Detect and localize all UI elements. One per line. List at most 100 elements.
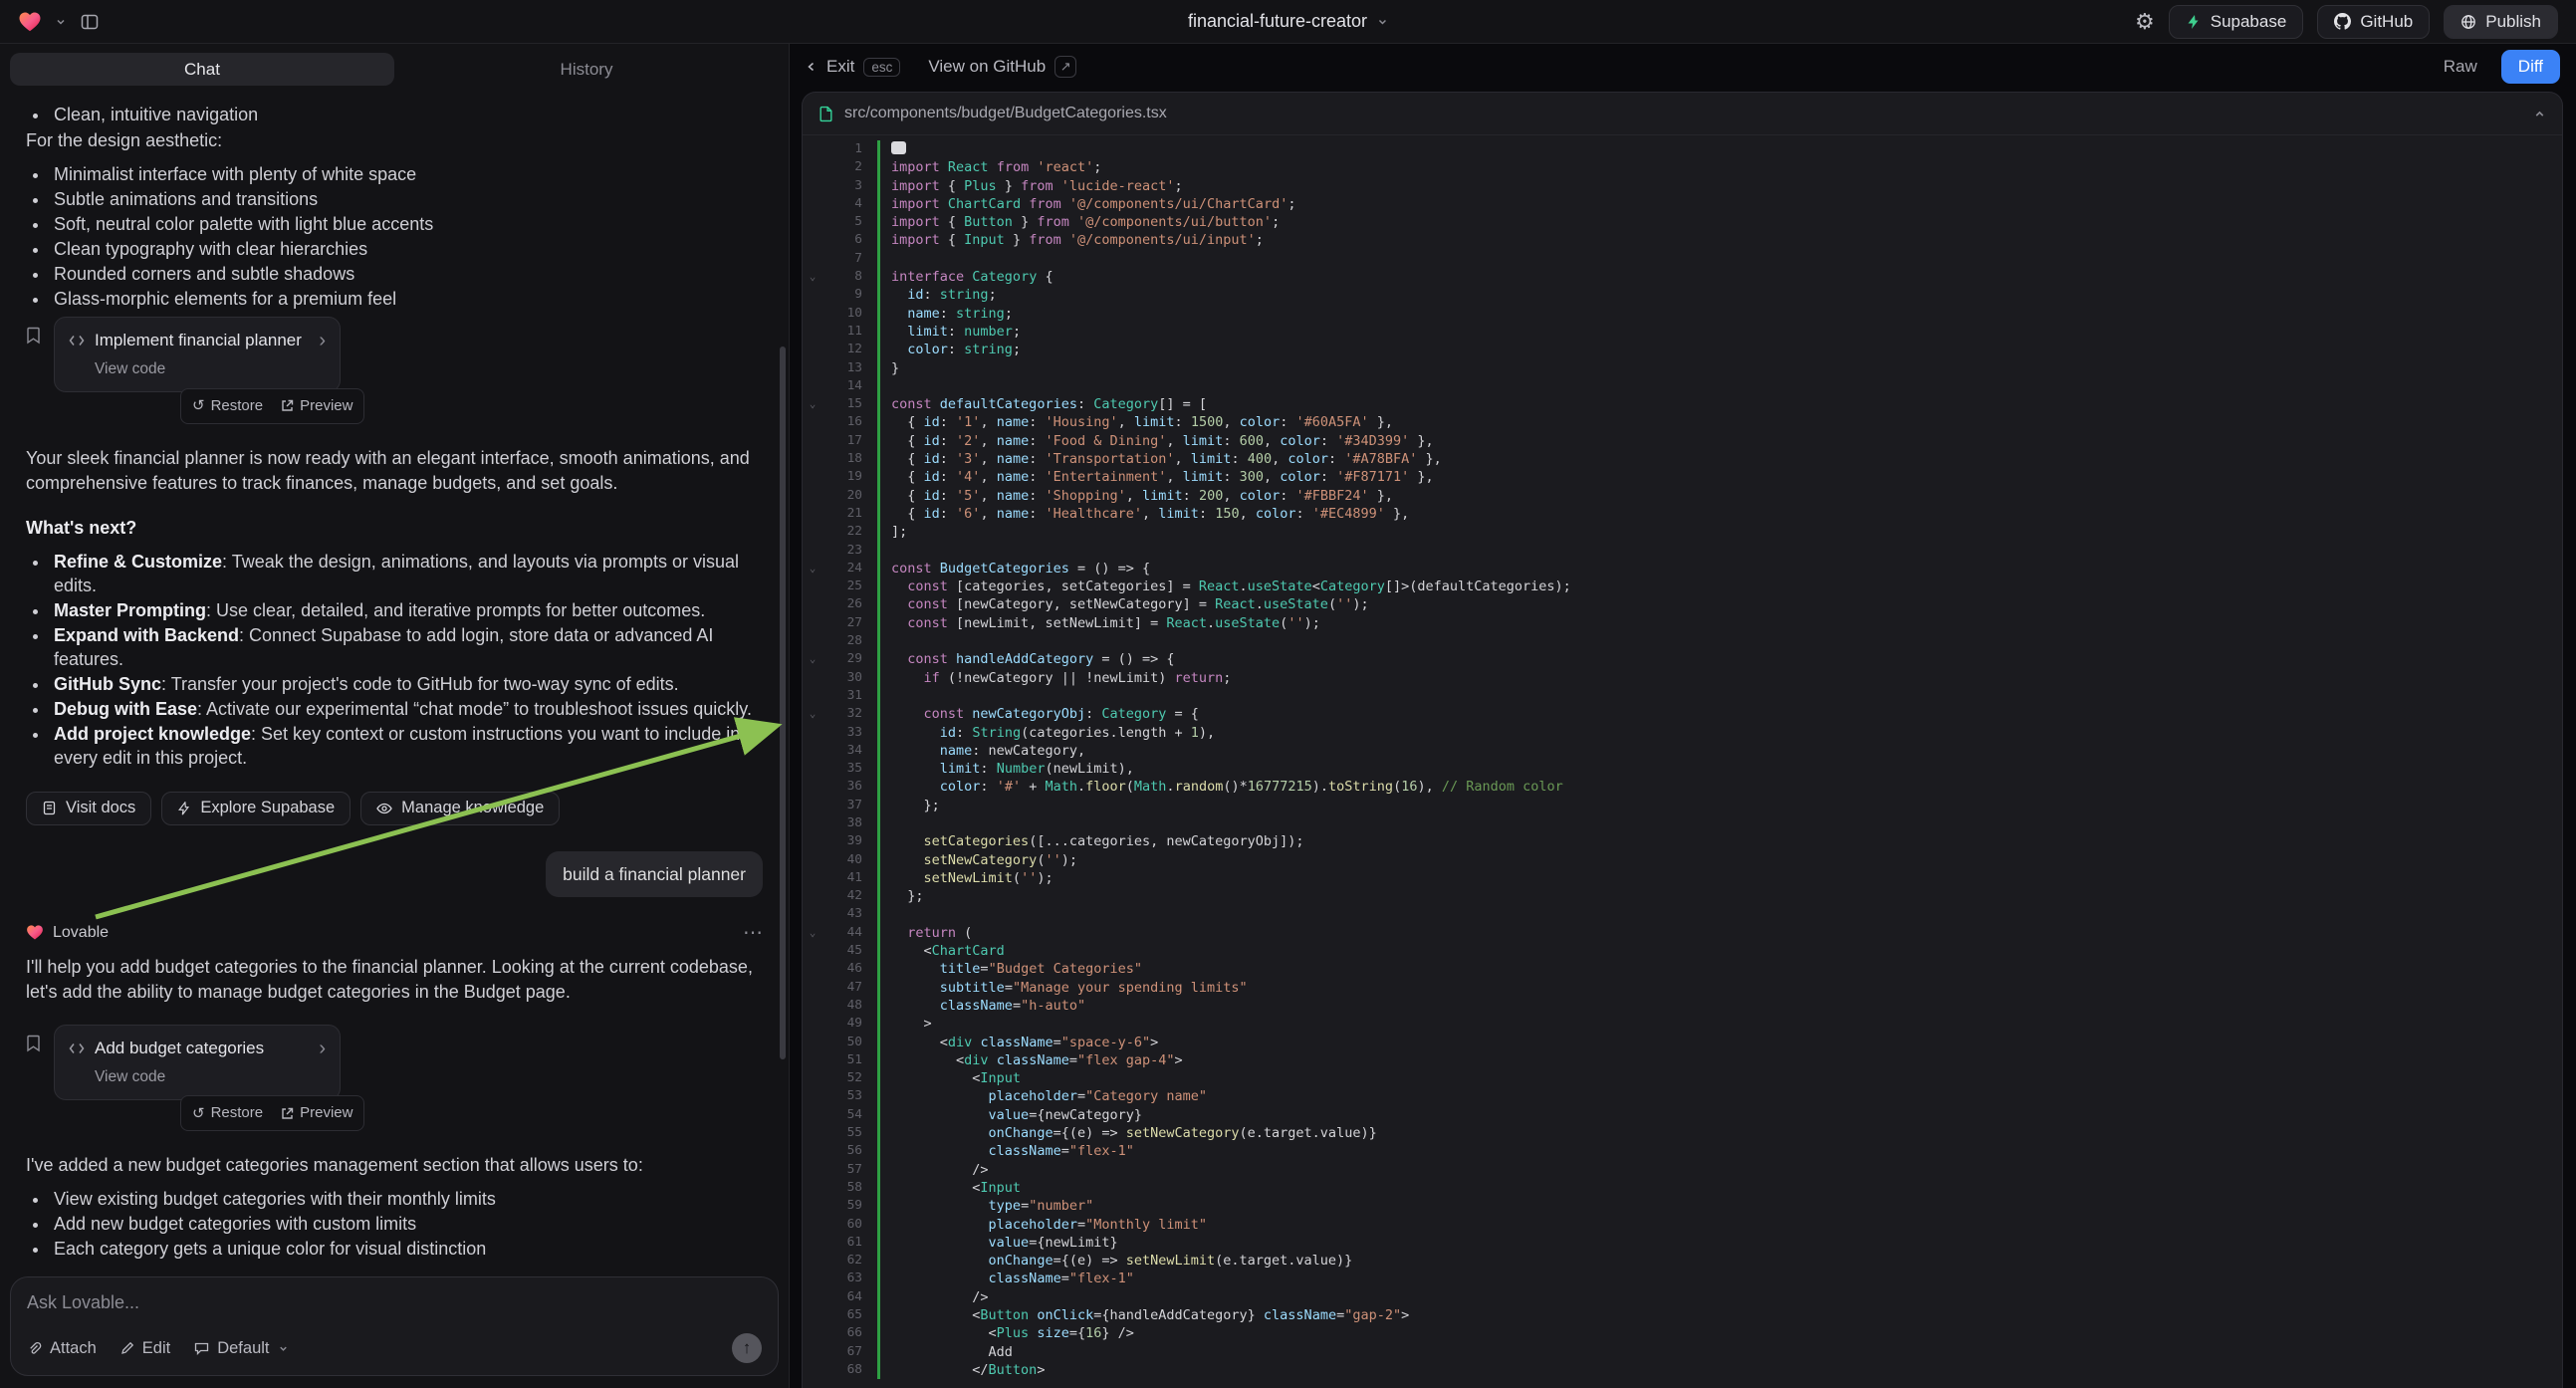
line-number: 21 bbox=[822, 505, 862, 523]
tab-history[interactable]: History bbox=[394, 53, 779, 86]
line-number: 64 bbox=[822, 1288, 862, 1306]
code-line: 40 setNewCategory(''); bbox=[803, 851, 2562, 869]
code-line: 68 </Button> bbox=[803, 1361, 2562, 1379]
code-line: 4import ChartCard from '@/components/ui/… bbox=[803, 195, 2562, 213]
fold-spacer bbox=[803, 1252, 822, 1270]
fold-chevron-icon[interactable]: ⌄ bbox=[803, 705, 822, 723]
line-number: 14 bbox=[822, 377, 862, 395]
fold-chevron-icon[interactable]: ⌄ bbox=[803, 268, 822, 286]
code-line: 58 <Input bbox=[803, 1179, 2562, 1197]
code-line: 52 <Input bbox=[803, 1069, 2562, 1087]
fold-spacer bbox=[803, 1124, 822, 1142]
bullet-item: Soft, neutral color palette with light b… bbox=[50, 212, 763, 236]
fold-chevron-icon[interactable]: ⌄ bbox=[803, 560, 822, 578]
line-number: 46 bbox=[822, 960, 862, 978]
visit-docs-button[interactable]: Visit docs bbox=[26, 792, 151, 825]
fold-spacer bbox=[803, 1216, 822, 1234]
fold-chevron-icon[interactable]: ⌄ bbox=[803, 924, 822, 942]
fold-spacer bbox=[803, 450, 822, 468]
attach-button[interactable]: Attach bbox=[27, 1339, 97, 1358]
send-button[interactable]: ↑ bbox=[732, 1333, 762, 1363]
line-number: 18 bbox=[822, 450, 862, 468]
restore-label: Restore bbox=[211, 1101, 264, 1125]
project-menu[interactable]: financial-future-creator bbox=[1188, 11, 1388, 32]
code-text: className="h-auto" bbox=[877, 997, 1085, 1015]
preview-button[interactable]: Preview bbox=[281, 1101, 352, 1125]
manage-knowledge-button[interactable]: Manage knowledge bbox=[360, 792, 560, 825]
external-link-icon bbox=[281, 1107, 294, 1120]
fold-chevron-icon[interactable]: ⌄ bbox=[803, 395, 822, 413]
chat-input[interactable] bbox=[27, 1292, 762, 1313]
code-text: { id: '4', name: 'Entertainment', limit:… bbox=[877, 468, 1434, 486]
code-text bbox=[877, 542, 891, 560]
supabase-button[interactable]: Supabase bbox=[2169, 5, 2304, 39]
line-number: 60 bbox=[822, 1216, 862, 1234]
view-code-link[interactable]: View code bbox=[95, 1065, 326, 1089]
fold-spacer bbox=[803, 578, 822, 595]
code-line: 37 }; bbox=[803, 797, 2562, 814]
line-number: 33 bbox=[822, 724, 862, 742]
github-icon bbox=[2334, 13, 2351, 30]
settings-gear-icon[interactable]: ⚙ bbox=[2135, 11, 2155, 33]
code-change-card[interactable]: Implement financial planner › View code bbox=[54, 317, 341, 392]
line-number: 32 bbox=[822, 705, 862, 723]
code-line: 45 <ChartCard bbox=[803, 942, 2562, 960]
restore-button[interactable]: ↺ Restore bbox=[192, 394, 263, 418]
restore-button[interactable]: ↺ Restore bbox=[192, 1101, 263, 1125]
tab-chat[interactable]: Chat bbox=[10, 53, 394, 86]
fold-spacer bbox=[803, 742, 822, 760]
fold-spacer bbox=[803, 1015, 822, 1033]
fold-spacer bbox=[803, 778, 822, 796]
view-on-github-label: View on GitHub bbox=[928, 57, 1046, 77]
chevron-left-icon bbox=[806, 61, 818, 73]
mode-label: Default bbox=[217, 1339, 269, 1358]
line-number: 53 bbox=[822, 1087, 862, 1105]
bookmark-icon[interactable] bbox=[26, 327, 41, 345]
item-label: GitHub Sync bbox=[54, 674, 161, 694]
exit-button[interactable]: Exit esc bbox=[806, 57, 900, 77]
publish-button[interactable]: Publish bbox=[2444, 5, 2558, 39]
code-line: 38 bbox=[803, 814, 2562, 832]
item-label: Add project knowledge bbox=[54, 724, 251, 744]
code-text: const BudgetCategories = () => { bbox=[877, 560, 1150, 578]
lovable-logo-icon[interactable] bbox=[18, 11, 42, 33]
chat-scrollbar[interactable] bbox=[780, 347, 786, 1059]
sidebar-toggle-icon[interactable] bbox=[80, 12, 100, 32]
raw-button[interactable]: Raw bbox=[2430, 50, 2491, 84]
line-number: 29 bbox=[822, 650, 862, 668]
edit-button[interactable]: Edit bbox=[120, 1339, 170, 1358]
more-options-icon[interactable]: ⋯ bbox=[743, 923, 763, 943]
view-on-github-button[interactable]: View on GitHub ↗ bbox=[928, 56, 1076, 78]
bookmark-icon[interactable] bbox=[26, 1035, 41, 1052]
code-text: setNewLimit(''); bbox=[877, 869, 1054, 887]
diff-button[interactable]: Diff bbox=[2501, 50, 2560, 84]
added-paragraph: I've added a new budget categories manag… bbox=[26, 1153, 763, 1177]
mode-selector[interactable]: Default bbox=[194, 1339, 288, 1358]
chevron-up-icon[interactable] bbox=[2533, 108, 2546, 120]
fold-spacer bbox=[803, 213, 822, 231]
code-editor[interactable]: 12import React from 'react';3import { Pl… bbox=[803, 135, 2562, 1388]
code-text bbox=[877, 377, 891, 395]
workspace-chevron-down-icon[interactable] bbox=[55, 16, 67, 28]
fold-chevron-icon[interactable]: ⌄ bbox=[803, 650, 822, 668]
code-text: </Button> bbox=[877, 1361, 1045, 1379]
fold-spacer bbox=[803, 632, 822, 650]
bullet-item: Glass-morphic elements for a premium fee… bbox=[50, 287, 763, 311]
github-button[interactable]: GitHub bbox=[2317, 5, 2430, 39]
bullet-item: Master Prompting: Use clear, detailed, a… bbox=[50, 598, 763, 622]
line-number: 68 bbox=[822, 1361, 862, 1379]
code-text: const [newCategory, setNewCategory] = Re… bbox=[877, 595, 1369, 613]
code-line: 12 color: string; bbox=[803, 341, 2562, 358]
preview-button[interactable]: Preview bbox=[281, 394, 352, 418]
code-text bbox=[877, 905, 891, 923]
code-line: ⌄44 return ( bbox=[803, 924, 2562, 942]
bullet-item: GitHub Sync: Transfer your project's cod… bbox=[50, 672, 763, 696]
code-change-card[interactable]: Add budget categories › View code bbox=[54, 1025, 341, 1100]
code-text: value={newCategory} bbox=[877, 1106, 1142, 1124]
explore-supabase-button[interactable]: Explore Supabase bbox=[161, 792, 351, 825]
view-code-link[interactable]: View code bbox=[95, 357, 326, 381]
fold-spacer bbox=[803, 669, 822, 687]
chevron-right-icon: › bbox=[319, 1039, 326, 1058]
file-header[interactable]: src/components/budget/BudgetCategories.t… bbox=[803, 93, 2562, 135]
fold-spacer bbox=[803, 1106, 822, 1124]
